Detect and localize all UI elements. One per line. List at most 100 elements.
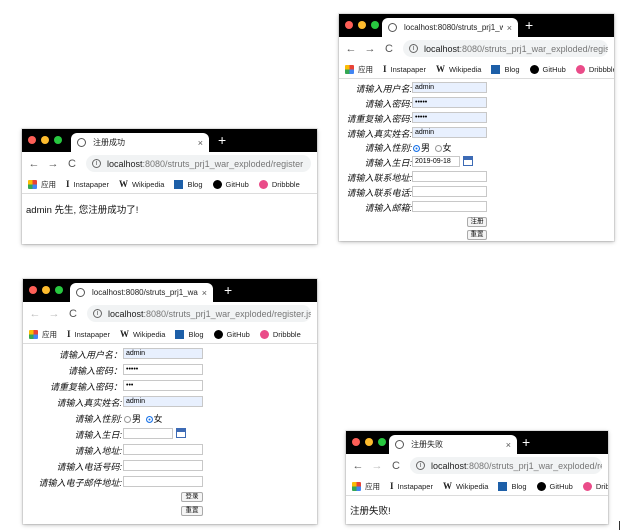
address-bar[interactable]: i localhost:8080/struts_prj1_war_explode… — [403, 40, 608, 57]
calendar-icon[interactable] — [463, 156, 473, 166]
new-tab-button[interactable]: + — [522, 434, 530, 450]
bookmark-apps[interactable]: 应用 — [28, 179, 56, 190]
reload-button[interactable]: C — [389, 459, 403, 473]
close-window-dot[interactable] — [28, 136, 36, 144]
close-tab-icon[interactable]: × — [202, 288, 207, 298]
gender-male-radio[interactable] — [413, 145, 420, 152]
bookmark-instapaper[interactable]: I Instapaper — [67, 329, 110, 339]
address-bar[interactable]: i localhost:8080/struts_prj1_war_explode… — [410, 457, 602, 474]
bookmark-apps[interactable]: 应用 — [29, 329, 57, 340]
info-icon[interactable]: i — [92, 159, 101, 168]
new-tab-button[interactable]: + — [224, 282, 232, 298]
address-input[interactable] — [123, 444, 203, 455]
bookmark-blog[interactable]: Blog — [498, 481, 527, 491]
birthday-input[interactable] — [123, 428, 173, 439]
bookmark-blog[interactable]: Blog — [491, 64, 520, 74]
close-window-dot[interactable] — [345, 21, 353, 29]
password-input[interactable]: ••••• — [123, 364, 203, 375]
login-button[interactable]: 登录 — [181, 492, 203, 502]
address-input[interactable] — [412, 171, 487, 182]
close-tab-icon[interactable]: × — [198, 138, 203, 148]
url-host: localhost — [108, 308, 144, 319]
minimize-window-dot[interactable] — [41, 136, 49, 144]
password-label: 请输入密码： — [67, 366, 122, 376]
reset-button[interactable]: 重置 — [181, 506, 203, 516]
maximize-window-dot[interactable] — [378, 438, 386, 446]
new-tab-button[interactable]: + — [525, 17, 533, 33]
bookmark-instapaper[interactable]: I Instapaper — [390, 481, 433, 491]
birthday-input[interactable]: 2019-09-18 — [412, 156, 460, 167]
browser-window-success: 注册成功 × + ← → C i localhost:8080/struts_p… — [22, 129, 317, 244]
minimize-window-dot[interactable] — [358, 21, 366, 29]
bookmark-github[interactable]: GitHub — [212, 179, 249, 189]
gender-female-radio[interactable] — [434, 145, 442, 152]
forward-button[interactable]: → — [363, 42, 377, 56]
calendar-icon[interactable] — [176, 428, 186, 438]
bookmark-apps[interactable]: 应用 — [345, 64, 373, 75]
forward-button[interactable]: → — [370, 459, 384, 473]
repeat-password-input[interactable]: ••••• — [412, 112, 487, 123]
browser-tab[interactable]: localhost:8080/struts_prj1_war_e × — [70, 283, 213, 302]
phone-input[interactable] — [123, 460, 203, 471]
address-bar[interactable]: i localhost:8080/struts_prj1_war_explode… — [86, 155, 311, 172]
password-input[interactable]: ••••• — [412, 97, 487, 108]
register-button[interactable]: 注册 — [467, 217, 487, 227]
back-button[interactable]: ← — [351, 459, 365, 473]
bookmark-github[interactable]: GitHub — [213, 329, 250, 339]
gender-male-radio[interactable] — [124, 416, 131, 423]
blog-icon — [498, 481, 508, 491]
realname-input[interactable]: admin — [412, 127, 487, 138]
forward-button[interactable]: → — [46, 157, 60, 171]
bookmark-github[interactable]: GitHub — [529, 64, 566, 74]
minimize-window-dot[interactable] — [42, 286, 50, 294]
email-input[interactable] — [412, 201, 487, 212]
close-tab-icon[interactable]: × — [506, 440, 511, 450]
bookmark-blog[interactable]: Blog — [174, 179, 203, 189]
minimize-window-dot[interactable] — [365, 438, 373, 446]
wikipedia-icon: W — [119, 328, 129, 339]
new-tab-button[interactable]: + — [218, 132, 226, 148]
bookmark-instapaper[interactable]: I Instapaper — [383, 64, 426, 74]
email-input[interactable] — [123, 476, 203, 487]
reload-button[interactable]: C — [66, 307, 80, 321]
reload-button[interactable]: C — [382, 42, 396, 56]
bookmark-apps[interactable]: 应用 — [352, 481, 380, 492]
forward-button[interactable]: → — [47, 307, 61, 321]
bookmark-dribbble[interactable]: Dribbble — [582, 481, 608, 491]
maximize-window-dot[interactable] — [54, 136, 62, 144]
address-bar[interactable]: i localhost:8080/struts_prj1_war_explode… — [87, 305, 311, 322]
bookmark-github[interactable]: GitHub — [536, 481, 573, 491]
repeat-password-input[interactable]: ••• — [123, 380, 203, 391]
close-tab-icon[interactable]: × — [507, 23, 512, 33]
bookmark-instapaper[interactable]: I Instapaper — [66, 179, 109, 189]
bookmark-blog[interactable]: Blog — [175, 329, 204, 339]
reload-button[interactable]: C — [65, 157, 79, 171]
realname-input[interactable]: admin — [123, 396, 203, 407]
back-button[interactable]: ← — [28, 307, 42, 321]
info-icon[interactable]: i — [93, 309, 102, 318]
maximize-window-dot[interactable] — [55, 286, 63, 294]
bookmark-wikipedia[interactable]: W Wikipedia — [443, 481, 489, 491]
reset-button[interactable]: 重置 — [467, 230, 487, 240]
bookmark-wikipedia[interactable]: W Wikipedia — [119, 179, 165, 189]
browser-tab[interactable]: 注册成功 × — [71, 133, 209, 152]
browser-tab[interactable]: localhost:8080/struts_prj1_war_e × — [382, 18, 518, 37]
info-icon[interactable]: i — [409, 44, 418, 53]
back-button[interactable]: ← — [27, 157, 41, 171]
browser-tab[interactable]: 注册失败 × — [389, 435, 517, 454]
back-button[interactable]: ← — [344, 42, 358, 56]
username-input[interactable]: admin — [123, 348, 203, 359]
bookmark-wikipedia[interactable]: W Wikipedia — [436, 64, 482, 74]
phone-input[interactable] — [412, 186, 487, 197]
bookmark-dribbble[interactable]: Dribbble — [575, 64, 614, 74]
bookmark-dribbble[interactable]: Dribbble — [259, 329, 301, 339]
corner-mark — [619, 521, 620, 530]
username-input[interactable]: admin — [412, 82, 487, 93]
close-window-dot[interactable] — [352, 438, 360, 446]
close-window-dot[interactable] — [29, 286, 37, 294]
bookmark-dribbble[interactable]: Dribbble — [258, 179, 300, 189]
gender-female-radio[interactable] — [145, 416, 153, 423]
maximize-window-dot[interactable] — [371, 21, 379, 29]
info-icon[interactable]: i — [416, 461, 425, 470]
bookmark-wikipedia[interactable]: W Wikipedia — [119, 328, 166, 339]
